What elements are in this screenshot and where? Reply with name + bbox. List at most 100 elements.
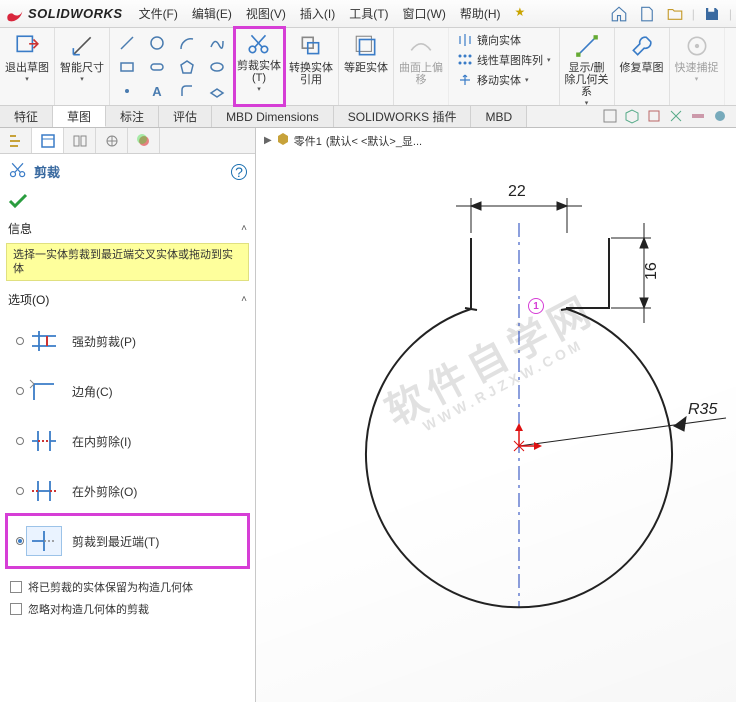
trim-icon <box>245 30 273 58</box>
expand-icon[interactable] <box>602 108 620 126</box>
feature-tree-tab[interactable] <box>0 128 32 153</box>
menu-view[interactable]: 视图(V) <box>240 2 292 25</box>
convert-icon <box>297 32 325 60</box>
help-button[interactable]: ? <box>231 164 247 180</box>
save-icon[interactable] <box>701 3 723 25</box>
display-tab[interactable] <box>128 128 160 153</box>
ribbon-convert-group: 转换实体引用 <box>284 28 339 105</box>
menu-help[interactable]: 帮助(H) <box>454 2 507 25</box>
config-tab[interactable] <box>64 128 96 153</box>
check-keep-construction[interactable]: 将已剪裁的实体保留为构造几何体 <box>10 576 245 598</box>
tab-evaluate[interactable]: 评估 <box>159 106 212 127</box>
graphics-viewport[interactable]: ▶ 零件1 (默认< <默认>_显... 软件自学网WWW.RJZXW.COM … <box>256 128 736 702</box>
view-cube-icon[interactable] <box>624 108 642 126</box>
power-trim-icon <box>26 326 62 356</box>
option-power-trim[interactable]: 强劲剪裁(P) <box>8 316 247 366</box>
info-section-header[interactable]: 信息 ˄ <box>0 216 255 241</box>
offset-icon <box>352 32 380 60</box>
exit-sketch-icon <box>13 32 41 60</box>
quick-snap-label: 快速捕捉 <box>675 62 719 74</box>
option-label: 剪裁到最近端(T) <box>72 533 159 550</box>
open-icon[interactable] <box>664 3 686 25</box>
option-trim-outside[interactable]: 在外剪除(O) <box>8 466 247 516</box>
slot-icon[interactable] <box>144 56 170 78</box>
smart-dim-icon <box>68 32 96 60</box>
repair-button[interactable]: 修复草图 <box>619 30 665 74</box>
new-icon[interactable] <box>636 3 658 25</box>
dim-width[interactable]: 22 <box>508 183 526 200</box>
appearance-icon[interactable] <box>712 108 730 126</box>
menu-search[interactable]: ★ <box>509 2 532 25</box>
move-button[interactable]: 移动实体▾ <box>457 72 551 88</box>
ribbon-sketch-tools-group: A <box>110 28 235 105</box>
check-ignore-construction[interactable]: 忽略对构造几何体的剪裁 <box>10 598 245 620</box>
option-trim-nearest[interactable]: 剪裁到最近端(T) <box>8 516 247 566</box>
view-front-icon[interactable] <box>646 108 664 126</box>
menu-insert[interactable]: 插入(I) <box>294 2 341 25</box>
dim-height[interactable]: 16 <box>643 262 660 280</box>
home-icon[interactable] <box>608 3 630 25</box>
ribbon-repair-group: 修复草图 <box>615 28 670 105</box>
breadcrumb[interactable]: ▶ 零件1 (默认< <默认>_显... <box>264 132 422 149</box>
convert-label: 转换实体引用 <box>288 62 334 86</box>
section-icon[interactable] <box>668 108 686 126</box>
menu-file[interactable]: 文件(F) <box>133 2 184 25</box>
fillet-icon[interactable] <box>174 80 200 102</box>
left-panel-tabs <box>0 128 255 154</box>
spline-icon[interactable] <box>204 32 230 54</box>
offset-label: 等距实体 <box>344 62 388 74</box>
trim-button[interactable]: 剪裁实体(T) ▾ <box>235 28 283 96</box>
polygon-icon[interactable] <box>174 56 200 78</box>
relations-button[interactable]: 显示/删除几何关系 ▾ <box>564 30 610 110</box>
point-icon[interactable] <box>114 80 140 102</box>
rect-icon[interactable] <box>114 56 140 78</box>
check-label: 将已剪裁的实体保留为构造几何体 <box>28 579 193 595</box>
dim-radius[interactable]: R35 <box>688 401 717 418</box>
property-manager-tab[interactable] <box>32 128 64 153</box>
ribbon-surface-offset-group: 曲面上偏移 <box>394 28 449 105</box>
surface-offset-button: 曲面上偏移 <box>398 30 444 86</box>
chevron-up-icon: ˄ <box>241 294 247 305</box>
plane-icon[interactable] <box>204 80 230 102</box>
panel-title: 剪裁 <box>34 162 60 181</box>
ribbon-transform-group: 镜向实体 线性草图阵列▾ 移动实体▾ <box>449 28 560 105</box>
dimxpert-tab[interactable] <box>96 128 128 153</box>
option-trim-inside[interactable]: 在内剪除(I) <box>8 416 247 466</box>
ribbon-exit-sketch-group: 退出草图 ▾ <box>0 28 55 105</box>
arc-icon[interactable] <box>174 32 200 54</box>
menu-edit[interactable]: 编辑(E) <box>186 2 238 25</box>
measure-icon[interactable] <box>690 108 708 126</box>
menu-window[interactable]: 窗口(W) <box>397 2 452 25</box>
part-icon <box>276 132 290 149</box>
trim-header-icon <box>8 160 28 183</box>
ribbon-relations-group: 显示/删除几何关系 ▾ <box>560 28 615 105</box>
tab-sketch[interactable]: 草图 <box>53 106 106 127</box>
ribbon-smart-dim-group: 智能尺寸 ▾ <box>55 28 110 105</box>
part-name: 零件1 <box>294 133 322 149</box>
circle-icon[interactable] <box>144 32 170 54</box>
text-icon[interactable]: A <box>144 80 170 102</box>
menu-tools[interactable]: 工具(T) <box>343 2 394 25</box>
smart-dim-label: 智能尺寸 <box>60 62 104 74</box>
menu-bar: SOLIDWORKS 文件(F) 编辑(E) 视图(V) 插入(I) 工具(T)… <box>0 0 736 28</box>
line-icon[interactable] <box>114 32 140 54</box>
tab-mbd[interactable]: MBD <box>471 106 527 127</box>
tab-solidworks-addins[interactable]: SOLIDWORKS 插件 <box>334 106 472 127</box>
option-label: 强劲剪裁(P) <box>72 333 136 350</box>
smart-dim-button[interactable]: 智能尺寸 ▾ <box>59 30 105 86</box>
tab-mbd-dimensions[interactable]: MBD Dimensions <box>212 106 334 127</box>
chevron-up-icon: ˄ <box>241 223 247 234</box>
offset-button[interactable]: 等距实体 <box>343 30 389 74</box>
tab-features[interactable]: 特征 <box>0 106 53 127</box>
option-label: 在外剪除(O) <box>72 483 137 500</box>
option-corner[interactable]: 边角(C) <box>8 366 247 416</box>
mirror-button[interactable]: 镜向实体 <box>457 32 551 48</box>
exit-sketch-button[interactable]: 退出草图 ▾ <box>4 30 50 86</box>
convert-button[interactable]: 转换实体引用 <box>288 30 334 86</box>
tab-annotate[interactable]: 标注 <box>106 106 159 127</box>
ok-button[interactable] <box>0 189 255 216</box>
pattern-button[interactable]: 线性草图阵列▾ <box>457 52 551 68</box>
ellipse-icon[interactable] <box>204 56 230 78</box>
quick-access: | | <box>608 3 732 25</box>
options-section-header[interactable]: 选项(O) ˄ <box>0 287 255 312</box>
